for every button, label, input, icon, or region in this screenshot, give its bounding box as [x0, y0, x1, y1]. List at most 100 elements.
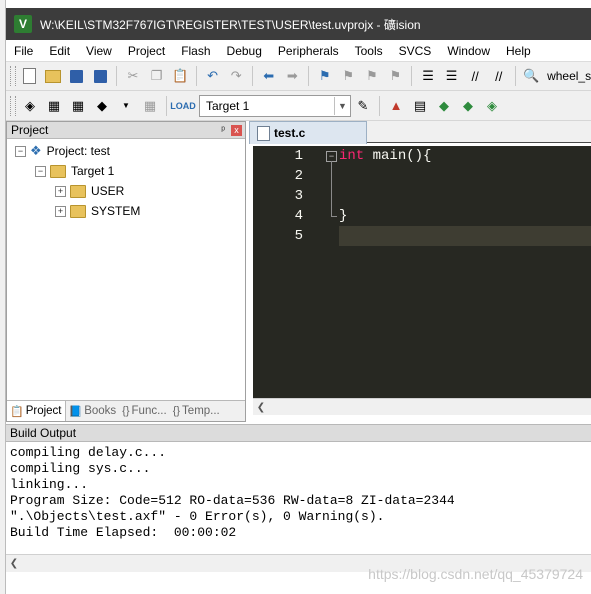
previous-bookmark-button[interactable]: ⚑ [339, 66, 359, 86]
manage-run-time-environment-button[interactable]: ◆ [434, 96, 454, 116]
tree-item-label: Target 1 [71, 164, 115, 178]
build-output-text[interactable]: compiling delay.c... compiling sys.c... … [6, 442, 591, 554]
build-output-line: Program Size: Code=512 RO-data=536 RW-da… [10, 493, 455, 508]
editor-horizontal-scrollbar[interactable]: ❮ [253, 398, 591, 415]
toolbar-grip[interactable] [10, 95, 16, 116]
collapse-icon[interactable]: − [15, 145, 26, 157]
fold-line [331, 161, 332, 216]
next-bookmark-button[interactable]: ⚑ [362, 66, 382, 86]
menu-svcs[interactable]: SVCS [391, 44, 440, 58]
line-number: 4 [294, 208, 303, 224]
translate-icon: ◈ [25, 97, 35, 113]
rebuild-button[interactable]: ▦ [68, 96, 88, 116]
clear-bookmarks-button[interactable]: ⚑ [386, 66, 406, 86]
batch-build-button[interactable]: ◆ [92, 96, 112, 116]
find-combo-value[interactable]: wheel_s [547, 69, 591, 83]
menu-help[interactable]: Help [498, 44, 539, 58]
cut-icon: ✂ [127, 68, 139, 83]
scroll-left-icon[interactable]: ❮ [253, 402, 269, 413]
tree-item-group-system[interactable]: + SYSTEM [55, 202, 140, 220]
toolbar-grip[interactable] [10, 66, 16, 86]
tree-item-group-user[interactable]: + USER [55, 182, 124, 200]
toolbar-separator [379, 95, 380, 116]
translate-button[interactable]: ◈ [20, 96, 40, 116]
tree-item-target[interactable]: − Target 1 [35, 162, 114, 180]
menu-flash[interactable]: Flash [173, 44, 218, 58]
batch-build-icon: ◆ [97, 97, 107, 113]
batch-build-dropdown[interactable]: ▼ [116, 96, 136, 116]
undo-button[interactable]: ↶ [203, 66, 223, 86]
new-file-icon [23, 68, 37, 84]
pack-installer-button[interactable]: ◈ [482, 96, 502, 116]
cut-button[interactable]: ✂ [123, 66, 143, 86]
menu-debug[interactable]: Debug [219, 44, 270, 58]
collapse-icon[interactable]: − [35, 165, 46, 177]
menu-peripherals[interactable]: Peripherals [270, 44, 347, 58]
project-panel: Project ᵖ x − ❖ Project: test − Target 1… [6, 121, 246, 422]
build-output-header: Build Output [6, 424, 591, 442]
toolbar-separator [251, 66, 253, 86]
arrow-left-icon: ⬅ [263, 68, 275, 83]
editor-tab-strip: test.c [249, 121, 591, 144]
paste-icon: 📋 [171, 68, 189, 83]
target-select[interactable]: Target 1 ▼ [199, 94, 351, 117]
build-button[interactable]: ▦ [44, 96, 64, 116]
navigate-back-button[interactable]: ⬅ [259, 66, 279, 86]
stop-build-button[interactable]: ▦ [140, 96, 160, 116]
pin-icon[interactable]: ᵖ [221, 125, 225, 136]
toolbar-separator [166, 95, 167, 116]
find-in-files-button[interactable]: 🔍 [522, 66, 542, 86]
navigate-forward-button[interactable]: ➡ [282, 66, 302, 86]
download-button[interactable]: LOAD [170, 96, 196, 116]
menu-file[interactable]: File [6, 44, 41, 58]
tab-books[interactable]: 📘 Books [66, 401, 120, 421]
templates-tab-icon: {} [172, 405, 181, 417]
insert-bookmark-button[interactable]: ⚑ [315, 66, 335, 86]
tab-project[interactable]: 📋 Project [7, 401, 66, 421]
menu-window[interactable]: Window [439, 44, 498, 58]
chevron-down-icon[interactable]: ▼ [334, 96, 350, 115]
uncomment-button[interactable]: // [489, 66, 509, 86]
tab-templates[interactable]: {} Temp... [170, 401, 223, 421]
menu-bar: File Edit View Project Flash Debug Perip… [6, 40, 591, 62]
paste-button[interactable]: 📋 [170, 66, 190, 86]
unindent-button[interactable]: ☰ [442, 66, 462, 86]
project-panel-title: Project [11, 123, 49, 137]
expand-icon[interactable]: + [55, 205, 66, 217]
comment-button[interactable]: // [465, 66, 485, 86]
code-text: } [339, 208, 348, 224]
line-number: 2 [294, 168, 303, 184]
line-number: 3 [294, 188, 303, 204]
menu-edit[interactable]: Edit [41, 44, 78, 58]
tab-functions[interactable]: {} Func... [119, 401, 170, 421]
tree-item-project-root[interactable]: − ❖ Project: test [15, 142, 110, 160]
project-panel-tabs: 📋 Project 📘 Books {} Func... {} Temp... [7, 400, 245, 421]
menu-project[interactable]: Project [120, 44, 173, 58]
indent-button[interactable]: ☰ [418, 66, 438, 86]
new-file-button[interactable] [20, 66, 40, 86]
code-editor[interactable]: 1 2 3 4 5 − int main(){ } [253, 146, 591, 398]
code-area[interactable]: int main(){ } [339, 146, 591, 398]
current-line-highlight [339, 226, 591, 246]
software-packs-icon: ◆ [463, 97, 473, 113]
open-file-button[interactable] [43, 66, 63, 86]
menu-view[interactable]: View [78, 44, 120, 58]
redo-button[interactable]: ↷ [226, 66, 246, 86]
manage-project-items-button[interactable]: ▲ [386, 96, 406, 116]
file-extensions-button[interactable]: ▤ [410, 96, 430, 116]
find-in-files-icon: 🔍 [523, 68, 540, 83]
expand-icon[interactable]: + [55, 185, 66, 197]
select-software-packs-button[interactable]: ◆ [458, 96, 478, 116]
scroll-left-icon[interactable]: ❮ [6, 558, 22, 569]
close-panel-button[interactable]: x [231, 124, 242, 136]
line-number: 1 [294, 148, 303, 164]
save-all-button[interactable] [91, 66, 111, 86]
options-for-target-button[interactable]: ✎ [353, 96, 373, 116]
save-button[interactable] [67, 66, 87, 86]
project-icon: ❖ [30, 143, 42, 158]
copy-button[interactable]: ❐ [147, 66, 167, 86]
tab-test-c[interactable]: test.c [249, 121, 367, 144]
menu-tools[interactable]: Tools [347, 44, 391, 58]
project-tab-icon: 📋 [10, 405, 24, 418]
undo-icon: ↶ [207, 68, 219, 83]
